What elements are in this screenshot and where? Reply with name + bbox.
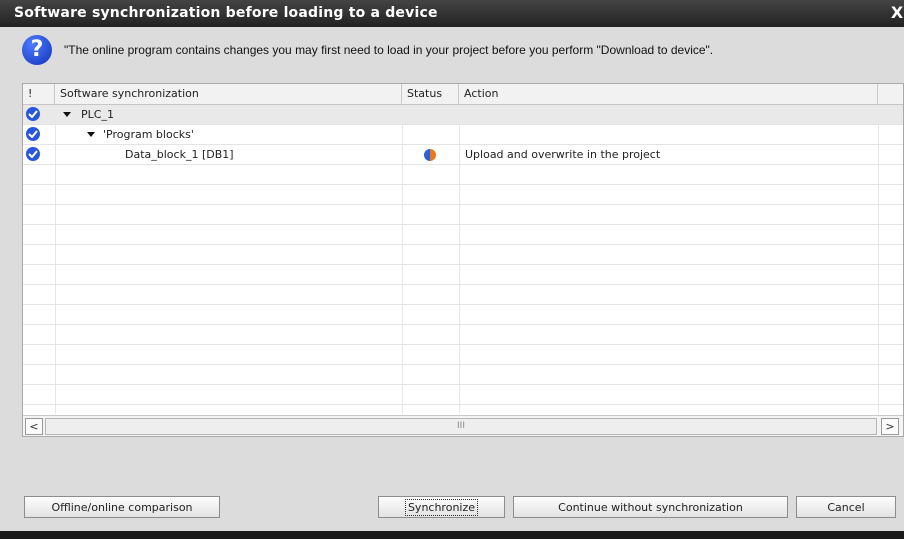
info-message: "The online program contains changes you…: [64, 43, 714, 57]
table-row: [23, 165, 903, 185]
table-row: [23, 225, 903, 245]
row-name: PLC_1: [81, 108, 114, 121]
table-body: PLC_1 'Program blocks' Data_block_1 [DB1…: [23, 105, 903, 414]
table-row: [23, 405, 903, 414]
scroll-thumb[interactable]: III: [45, 418, 877, 435]
sync-table: ! Software synchronization Status Action…: [22, 83, 904, 437]
table-row[interactable]: PLC_1: [23, 105, 903, 125]
dialog-title: Software synchronization before loading …: [14, 5, 438, 21]
table-row: [23, 305, 903, 325]
column-header-software-sync[interactable]: Software synchronization: [55, 84, 402, 104]
scroll-left-icon[interactable]: <: [25, 418, 43, 435]
cancel-label: Cancel: [827, 501, 865, 514]
expand-triangle-icon[interactable]: [87, 132, 95, 137]
bottom-border: [0, 531, 904, 539]
table-row: [23, 205, 903, 225]
synchronize-label: Synchronize: [404, 499, 479, 516]
offline-online-comparison-button[interactable]: Offline/online comparison: [24, 496, 220, 518]
column-header-filler: [878, 84, 903, 104]
synchronize-button[interactable]: Synchronize: [378, 496, 505, 518]
row-action[interactable]: Upload and overwrite in the project: [465, 145, 660, 165]
expand-triangle-icon[interactable]: [63, 112, 71, 117]
close-icon[interactable]: X: [890, 0, 904, 27]
table-row: [23, 345, 903, 365]
horizontal-scrollbar[interactable]: < III >: [23, 415, 903, 436]
table-row: [23, 325, 903, 345]
table-row: [23, 245, 903, 265]
row-name: 'Program blocks': [103, 128, 194, 141]
table-row: [23, 285, 903, 305]
checked-icon[interactable]: [26, 107, 40, 121]
sync-dialog: Software synchronization before loading …: [0, 0, 904, 539]
table-row: [23, 185, 903, 205]
table-row: [23, 265, 903, 285]
continue-without-sync-button[interactable]: Continue without synchronization: [513, 496, 788, 518]
question-icon: ?: [22, 35, 52, 65]
continue-label: Continue without synchronization: [558, 501, 743, 514]
cancel-button[interactable]: Cancel: [796, 496, 896, 518]
scroll-right-icon[interactable]: >: [881, 418, 899, 435]
column-header-warning[interactable]: !: [23, 84, 55, 104]
table-row[interactable]: Data_block_1 [DB1] Upload and overwrite …: [23, 145, 903, 165]
table-row: [23, 385, 903, 405]
checked-icon[interactable]: [26, 127, 40, 141]
offline-online-comparison-label: Offline/online comparison: [51, 501, 193, 514]
column-header-status[interactable]: Status: [402, 84, 459, 104]
status-icon: [424, 149, 436, 161]
checked-icon[interactable]: [26, 147, 40, 161]
column-header-action[interactable]: Action: [459, 84, 878, 104]
table-header: ! Software synchronization Status Action: [23, 84, 903, 105]
table-row: [23, 365, 903, 385]
table-row[interactable]: 'Program blocks': [23, 125, 903, 145]
title-bar: Software synchronization before loading …: [0, 0, 904, 27]
row-name: Data_block_1 [DB1]: [125, 148, 234, 161]
